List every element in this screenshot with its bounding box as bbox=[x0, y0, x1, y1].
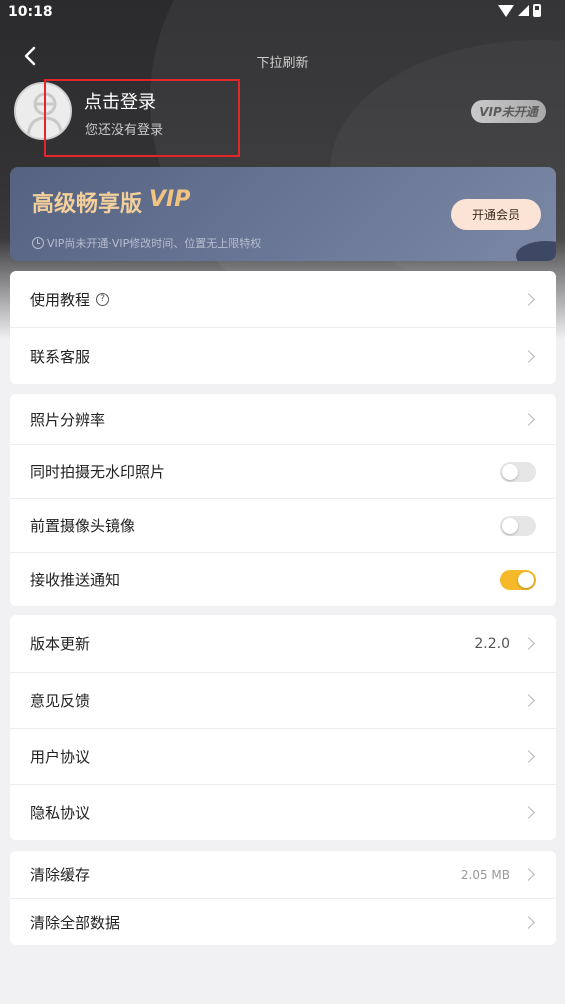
list-item-customer-service[interactable]: 联系客服 bbox=[10, 327, 556, 384]
list-item-label: 用户协议 bbox=[30, 748, 91, 766]
list-item-clear-cache[interactable]: 清除缓存 2.05 MB bbox=[10, 851, 556, 898]
cache-size-value: 2.05 MB bbox=[460, 867, 510, 882]
help-icon: ? bbox=[96, 292, 110, 306]
status-icons bbox=[498, 4, 541, 17]
status-bar: 10:18 bbox=[0, 0, 565, 26]
no-watermark-toggle[interactable] bbox=[500, 461, 536, 482]
vip-status-badge: VIP未开通 bbox=[471, 100, 546, 123]
list-item-version-update[interactable]: 版本更新 2.2.0 bbox=[10, 615, 556, 672]
list-item-label: 清除全部数据 bbox=[30, 913, 121, 932]
list-item-photo-resolution[interactable]: 照片分辨率 bbox=[10, 394, 556, 444]
chevron-right-icon bbox=[522, 694, 535, 707]
battery-icon bbox=[533, 4, 541, 17]
login-subtitle: 您还没有登录 bbox=[85, 123, 164, 138]
login-title[interactable]: 点击登录 bbox=[84, 88, 156, 114]
push-notifications-toggle[interactable] bbox=[500, 569, 536, 590]
chevron-right-icon bbox=[522, 868, 535, 881]
vip-card-description: VIP尚未开通·VIP修改时间、位置无上限特权 bbox=[32, 235, 261, 251]
settings-section-help: 使用教程 ? 联系客服 bbox=[10, 271, 556, 384]
settings-section-camera: 照片分辨率 同时拍摄无水印照片 前置摄像头镜像 接收推送通知 bbox=[10, 394, 556, 606]
list-item-label: 照片分辨率 bbox=[30, 410, 106, 429]
toggle-knob bbox=[502, 463, 518, 480]
chevron-right-icon bbox=[522, 915, 535, 929]
vip-description-text: VIP尚未开通·VIP修改时间、位置无上限特权 bbox=[47, 237, 262, 250]
list-item-clear-all-data[interactable]: 清除全部数据 bbox=[10, 898, 556, 945]
chevron-right-icon bbox=[522, 806, 535, 819]
chevron-right-icon bbox=[522, 750, 535, 763]
list-item-label: 前置摄像头镜像 bbox=[30, 517, 136, 535]
list-item-label: 隐私协议 bbox=[30, 804, 91, 822]
clock-icon bbox=[32, 237, 44, 249]
chevron-right-icon bbox=[522, 292, 535, 306]
toggle-knob bbox=[518, 571, 534, 588]
list-item-feedback[interactable]: 意见反馈 bbox=[10, 672, 556, 728]
vip-card-title: 高级畅享版 bbox=[32, 192, 143, 217]
wifi-icon bbox=[498, 4, 514, 17]
vip-card[interactable]: 高级畅享版 VIP VIP尚未开通·VIP修改时间、位置无上限特权 开通会员 bbox=[10, 167, 556, 261]
chevron-right-icon bbox=[522, 412, 535, 426]
list-item-label: 版本更新 bbox=[30, 635, 91, 653]
signal-icon bbox=[518, 5, 529, 16]
chevron-right-icon bbox=[522, 349, 535, 363]
list-item-label: 清除缓存 bbox=[30, 866, 91, 884]
list-item-label: 同时拍摄无水印照片 bbox=[30, 463, 166, 481]
list-item-user-agreement[interactable]: 用户协议 bbox=[10, 728, 556, 784]
chevron-right-icon bbox=[522, 637, 535, 650]
version-value: 2.2.0 bbox=[474, 635, 510, 652]
list-item-push-notifications: 接收推送通知 bbox=[10, 552, 556, 606]
vip-logo: VIP bbox=[149, 187, 191, 212]
list-item-label: 使用教程 bbox=[30, 290, 91, 309]
settings-section-storage: 清除缓存 2.05 MB 清除全部数据 bbox=[10, 851, 556, 945]
front-mirror-toggle[interactable] bbox=[500, 515, 536, 536]
settings-section-about: 版本更新 2.2.0 意见反馈 用户协议 隐私协议 bbox=[10, 615, 556, 840]
list-item-label: 接收推送通知 bbox=[30, 571, 121, 589]
list-item-privacy-policy[interactable]: 隐私协议 bbox=[10, 784, 556, 840]
status-time: 10:18 bbox=[8, 4, 53, 20]
list-item-front-mirror: 前置摄像头镜像 bbox=[10, 498, 556, 552]
pull-to-refresh-hint: 下拉刷新 bbox=[256, 56, 309, 71]
toggle-knob bbox=[502, 517, 518, 534]
list-item-tutorial[interactable]: 使用教程 ? bbox=[10, 271, 556, 327]
vip-card-decoration bbox=[516, 241, 556, 261]
list-item-label: 意见反馈 bbox=[30, 692, 91, 710]
open-vip-button[interactable]: 开通会员 bbox=[451, 199, 541, 230]
list-item-no-watermark: 同时拍摄无水印照片 bbox=[10, 444, 556, 498]
list-item-label: 联系客服 bbox=[30, 347, 91, 366]
list-item-label-wrap: 使用教程 ? bbox=[30, 289, 524, 310]
